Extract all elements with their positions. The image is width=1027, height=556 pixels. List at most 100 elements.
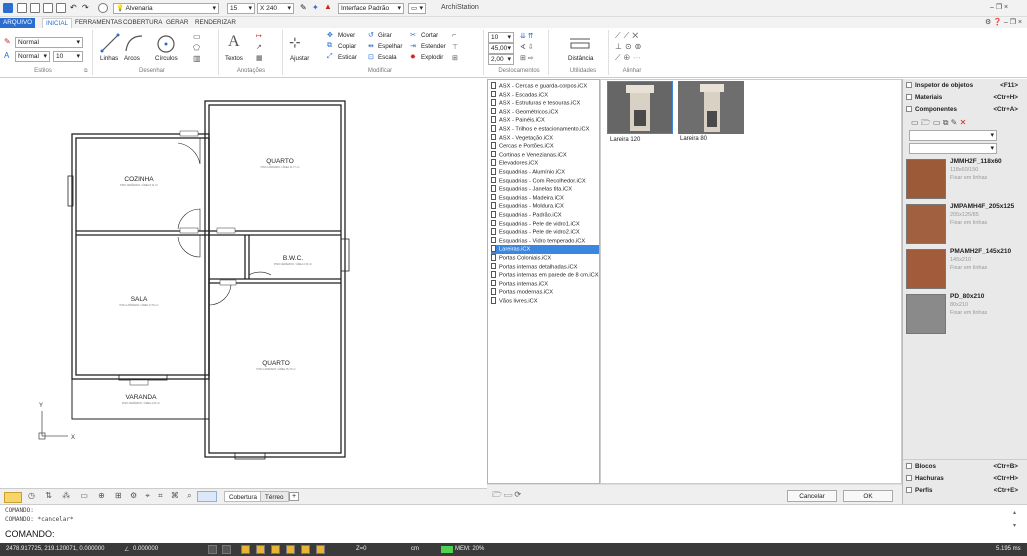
grid-toggle[interactable]	[208, 545, 217, 554]
copiar-button[interactable]: Copiar	[338, 43, 356, 50]
file-list-item[interactable]: Esquadrias - Madeira.iCX	[491, 193, 599, 203]
osnap-toggle[interactable]	[271, 545, 280, 554]
save-all-icon[interactable]	[56, 3, 66, 13]
file-list-item[interactable]: ASX - Geométricos.iCX	[491, 107, 599, 117]
circle-tool-icon[interactable]	[155, 33, 177, 55]
text-tool-icon[interactable]: A	[228, 33, 240, 51]
panel-hachuras[interactable]: Hachuras <Ctr+H>	[906, 473, 1026, 484]
component-thumbnails[interactable]: Lareira 120 Lareira 80	[600, 79, 902, 484]
espelhar-button[interactable]: Espelhar	[378, 43, 402, 50]
tab-renderizar[interactable]: RENDERIZAR	[192, 18, 239, 28]
file-list-item[interactable]: Esquadrias - Padrão.iCX	[491, 211, 599, 220]
wall-height-input[interactable]: X 240	[257, 3, 294, 14]
panel-blocos[interactable]: Blocos <Ctr+B>	[906, 461, 1026, 472]
layer-icon[interactable]	[98, 3, 108, 13]
window-controls[interactable]: – ❐ ×	[990, 3, 1008, 11]
view-tools-icons[interactable]: ◷ ⇅ ⁂ ▭ ⊕ ⊞	[28, 491, 126, 500]
style-select-2[interactable]: Normal	[15, 51, 50, 62]
polygon-icon[interactable]: ⬠	[193, 43, 200, 52]
component-item[interactable]: PMAMH2F_145x210 145x210 Fixar em linhas	[906, 247, 1026, 291]
file-list-item[interactable]: Esquadrias - Alumínio.iCX	[491, 168, 599, 177]
pencil-icon[interactable]: ✎	[300, 3, 307, 12]
file-list-item[interactable]: Portas internas.iCX	[491, 279, 599, 289]
wall-thickness-input[interactable]: 15	[227, 3, 255, 14]
estender-button[interactable]: Estender	[421, 43, 446, 50]
thumbnail-item[interactable]: Lareira 120	[607, 81, 673, 143]
add-sheet-button[interactable]: +	[289, 492, 299, 501]
help-controls[interactable]: ⚙ ❓ – ❐ ×	[985, 18, 1022, 26]
panel-inspetor[interactable]: Inspetor de objetos <F11>	[906, 80, 1026, 91]
leader-icon[interactable]: ↗	[256, 43, 262, 51]
panel-perfis[interactable]: Perfis <Ctr+E>	[906, 485, 1026, 496]
offset-value-2[interactable]: 45,00	[488, 43, 514, 54]
interface-select[interactable]: Interface Padrão	[338, 3, 404, 14]
file-list-item[interactable]: Esquadrias - Vidro temperado.iCX	[491, 236, 599, 246]
otrack-toggle[interactable]	[286, 545, 295, 554]
scroll-icon[interactable]: ▴ ▾	[1013, 509, 1016, 529]
tab-inicial[interactable]: INICIAL	[42, 18, 73, 28]
circulos-button[interactable]: Círculos	[155, 55, 178, 62]
linhas-button[interactable]: Linhas	[100, 55, 118, 62]
hatch-icon[interactable]: ▥	[193, 54, 201, 63]
file-list-item[interactable]: Portas internas em parede de 8 cm.iCX	[491, 271, 599, 280]
file-list-item[interactable]: Cortinas e Venezianas.iCX	[491, 150, 599, 160]
undo-icon[interactable]: ↶	[70, 3, 77, 12]
component-filter-2[interactable]	[909, 143, 997, 154]
offset-angle-icon[interactable]: ∢ ⇩	[520, 43, 534, 51]
grid-snap-toggle[interactable]	[222, 545, 231, 554]
save-icon[interactable]	[43, 3, 53, 13]
join-icon[interactable]: ⊞	[452, 54, 458, 62]
component-toolbar-icons[interactable]: ▭ 🗁 ▭ ⧉ ✎ ✕	[911, 117, 966, 131]
new-file-icon[interactable]	[17, 3, 27, 13]
tab-gerar[interactable]: GERAR	[163, 18, 191, 28]
offset-arrows-icon[interactable]: ⇊ ⇈	[520, 32, 534, 40]
girar-button[interactable]: Girar	[378, 32, 392, 39]
arc-tool-icon[interactable]	[124, 33, 144, 53]
file-list-item[interactable]: ASX - Painéis.iCX	[491, 116, 599, 125]
escala-button[interactable]: Escala	[378, 54, 397, 61]
ok-button[interactable]: OK	[843, 490, 893, 502]
offset-value-1[interactable]: 10	[488, 32, 514, 43]
lineweight-toggle[interactable]	[301, 545, 310, 554]
file-list-item[interactable]: Portas Coloniais.iCX	[491, 254, 599, 263]
offset-value-3[interactable]: 2,00	[488, 54, 514, 65]
trim-icon[interactable]: ⊤	[452, 43, 458, 51]
layer-3d-button[interactable]	[197, 491, 217, 502]
ortho-toggle[interactable]	[241, 545, 250, 554]
dimension-icon[interactable]: ↦	[256, 32, 262, 40]
file-list-item[interactable]: Lareiras.iCX	[491, 245, 599, 254]
file-list-item[interactable]: Elevadores.iCX	[491, 159, 599, 168]
dynamic-input-toggle[interactable]	[316, 545, 325, 554]
fillet-icon[interactable]: ⌐	[452, 32, 456, 39]
textos-button[interactable]: Textos	[225, 55, 243, 62]
panel-componentes[interactable]: Componentes <Ctr+A>	[906, 104, 1026, 115]
tab-arquivo[interactable]: ARQUIVO	[0, 18, 36, 28]
file-list-item[interactable]: Esquadrias - Pele de vidro2.iCX	[491, 228, 599, 237]
panel-materiais[interactable]: Materiais <Ctr+H>	[906, 92, 1026, 103]
layer-select[interactable]: 💡 Alvenaria	[113, 3, 219, 14]
file-list-item[interactable]: Esquadrias - Com Recolhedor.iCX	[491, 176, 599, 186]
align-tools-1-icon[interactable]: ⟋⟋✕	[615, 31, 641, 41]
rectangle-icon[interactable]: ▭	[193, 32, 201, 41]
file-list-item[interactable]: Vãos livres.iCX	[491, 297, 599, 306]
distancia-button[interactable]: Distância	[568, 55, 593, 62]
offset-grid-icon[interactable]: ⊞ ⇨	[520, 54, 534, 62]
redo-icon[interactable]: ↷	[82, 3, 89, 12]
explodir-button[interactable]: Explodir	[421, 54, 443, 61]
file-list-item[interactable]: ASX - Estruturas e tesouras.iCX	[491, 99, 599, 108]
distance-icon[interactable]	[568, 33, 592, 51]
file-list-item[interactable]: ASX - Cercas e guarda-corpos.iCX	[491, 82, 599, 91]
cancel-button[interactable]: Cancelar	[787, 490, 837, 502]
component-item[interactable]: JMMH2F_118x60 118x60/150 Fixar em linhas	[906, 157, 1026, 201]
file-list-item[interactable]: Esquadrias - Pele de vidro1.iCX	[491, 219, 599, 229]
table-icon[interactable]: ▦	[256, 54, 263, 62]
cortar-button[interactable]: Cortar	[421, 32, 438, 39]
tab-terreo-sheet[interactable]: Térreo	[260, 491, 289, 502]
text-size-select[interactable]: 10	[53, 51, 83, 62]
file-list-item[interactable]: Portas modernas.iCX	[491, 288, 599, 297]
adjust-icon[interactable]: ⊹	[289, 34, 301, 51]
thumbnail-item[interactable]: Lareira 80	[678, 81, 744, 142]
file-list-item[interactable]: Portas internas detalhadas.iCX	[491, 262, 599, 272]
file-list-item[interactable]: ASX - Trilhos e estacionamento.iCX	[491, 125, 599, 134]
folder-icons[interactable]: 🗁 ▭ ⟳	[492, 489, 521, 503]
